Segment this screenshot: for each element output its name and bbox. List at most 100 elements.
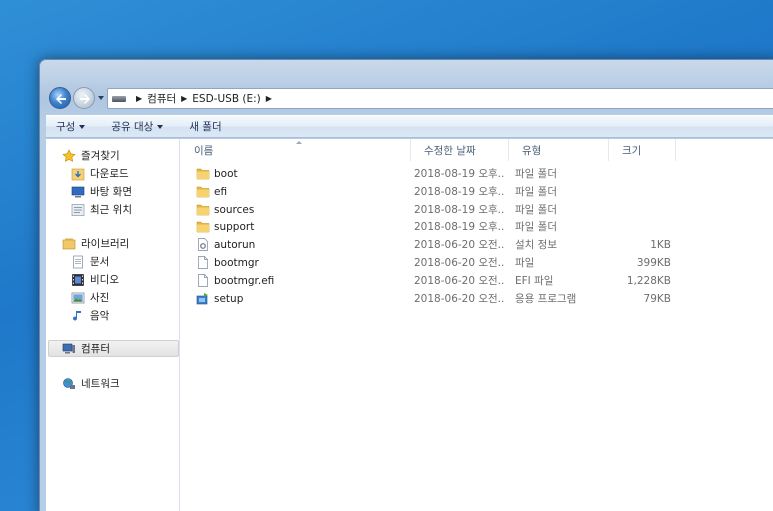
sidebar-item-label: 컴퓨터	[81, 343, 110, 355]
computer-icon	[62, 343, 75, 353]
column-header-label: 수정한 날짜	[424, 144, 476, 157]
file-type: 파일	[515, 257, 535, 269]
folder-icon	[196, 204, 210, 216]
file-date: 2018-08-19 오후...	[414, 168, 504, 180]
chevron-right-icon[interactable]: ▶	[181, 94, 187, 103]
organize-label: 구성	[56, 121, 76, 133]
settings-file-icon	[198, 238, 208, 251]
new-folder-label: 새 폴더	[189, 121, 222, 133]
folder-icon	[196, 186, 210, 198]
file-row[interactable]: support 2018-08-19 오후... 파일 폴더	[181, 218, 773, 235]
desktop-icon	[71, 186, 85, 197]
file-date: 2018-08-19 오후...	[414, 221, 504, 233]
file-date: 2018-08-19 오후...	[414, 186, 504, 198]
sidebar-item-desktop[interactable]: 바탕 화면	[46, 183, 180, 200]
file-row[interactable]: autorun 2018-06-20 오전... 설치 정보 1KB	[181, 236, 773, 253]
network-icon	[63, 377, 75, 389]
sidebar-item-favorites[interactable]: 즐겨찾기	[46, 147, 180, 164]
sidebar-item-computer[interactable]: 컴퓨터	[48, 340, 179, 357]
sidebar-item-label: 바탕 화면	[90, 186, 132, 198]
sidebar-item-videos[interactable]: 비디오	[46, 271, 180, 288]
file-type: 파일 폴더	[515, 221, 557, 233]
forward-button[interactable]	[73, 87, 95, 109]
sidebar-item-label: 다운로드	[90, 168, 129, 180]
file-name: efi	[214, 185, 228, 198]
file-date: 2018-06-20 오전...	[414, 275, 504, 287]
file-size	[613, 183, 671, 200]
recent-pages-dropdown-icon[interactable]	[97, 94, 105, 102]
sidebar-item-label: 최근 위치	[90, 204, 132, 216]
file-row[interactable]: sources 2018-08-19 오후... 파일 폴더	[181, 201, 773, 218]
sidebar-item-downloads[interactable]: 다운로드	[46, 165, 180, 182]
column-header-label: 이름	[194, 144, 214, 157]
back-arrow-icon	[56, 94, 66, 104]
file-icon	[198, 256, 208, 269]
file-type: 파일 폴더	[515, 204, 557, 216]
file-type: 응용 프로그램	[515, 293, 577, 305]
column-header-name[interactable]: 이름	[181, 139, 411, 161]
file-date: 2018-06-20 오전...	[414, 293, 504, 305]
file-icon	[198, 274, 208, 287]
sidebar-item-label: 문서	[90, 256, 110, 268]
file-size	[613, 165, 671, 182]
sidebar-item-label: 음악	[90, 310, 110, 322]
file-size	[613, 218, 671, 235]
column-header-label: 크기	[622, 144, 642, 157]
file-row[interactable]: efi 2018-08-19 오후... 파일 폴더	[181, 183, 773, 200]
folder-icon	[196, 168, 210, 180]
file-type: 설치 정보	[515, 239, 557, 251]
sidebar-item-label: 네트워크	[81, 378, 120, 390]
column-header-type[interactable]: 유형	[509, 139, 609, 161]
documents-icon	[73, 255, 83, 268]
chevron-right-icon[interactable]: ▶	[266, 94, 272, 103]
explorer-window: ▶ 컴퓨터 ▶ ESD-USB (E:) ▶ 구성 공유 대상 새 폴더 즐겨찾…	[39, 59, 773, 511]
breadcrumb-drive[interactable]: ESD-USB (E:)	[192, 93, 260, 105]
file-name: autorun	[214, 238, 256, 251]
forward-arrow-icon	[80, 94, 90, 104]
download-folder-icon	[71, 168, 85, 180]
file-date: 2018-08-19 오후...	[414, 204, 504, 216]
sidebar-item-libraries[interactable]: 라이브러리	[46, 235, 180, 252]
file-row[interactable]: bootmgr 2018-06-20 오전... 파일 399KB	[181, 254, 773, 271]
sidebar-item-label: 즐겨찾기	[81, 150, 120, 162]
file-type: 파일 폴더	[515, 186, 557, 198]
sidebar-item-label: 라이브러리	[81, 238, 130, 250]
breadcrumb-computer[interactable]: 컴퓨터	[147, 91, 176, 106]
video-icon	[72, 273, 84, 286]
sidebar-item-network[interactable]: 네트워크	[46, 375, 180, 392]
organize-button[interactable]: 구성	[56, 119, 86, 134]
file-size: 79KB	[643, 292, 671, 305]
column-header-size[interactable]: 크기	[609, 139, 676, 161]
file-row[interactable]: bootmgr.efi 2018-06-20 오전... EFI 파일 1,22…	[181, 272, 773, 289]
file-name: support	[214, 220, 255, 233]
sidebar-item-music[interactable]: 음악	[46, 307, 180, 324]
navigation-bar: ▶ 컴퓨터 ▶ ESD-USB (E:) ▶	[46, 86, 773, 112]
file-list: 이름 수정한 날짜 유형 크기 boot 2018-08-19 오후... 파일…	[181, 139, 773, 511]
sort-ascending-icon	[296, 141, 302, 144]
column-header-date[interactable]: 수정한 날짜	[411, 139, 509, 161]
sidebar-item-pictures[interactable]: 사진	[46, 289, 180, 306]
sidebar-item-label: 사진	[90, 292, 110, 304]
file-name: setup	[214, 292, 244, 305]
file-row[interactable]: setup 2018-06-20 오전... 응용 프로그램 79KB	[181, 290, 773, 307]
file-size: 399KB	[636, 256, 671, 269]
sidebar-item-recent-places[interactable]: 최근 위치	[46, 201, 180, 218]
navigation-pane: 즐겨찾기 다운로드 바탕 화면 최근 위치 라이브러리 문서 비디오 사진 음악…	[46, 139, 180, 511]
chevron-right-icon[interactable]: ▶	[136, 94, 142, 103]
caret-down-icon	[79, 124, 86, 129]
star-icon	[62, 148, 76, 162]
file-name: sources	[214, 203, 255, 216]
drive-icon	[112, 95, 126, 102]
share-with-label: 공유 대상	[111, 121, 154, 133]
sidebar-item-documents[interactable]: 문서	[46, 253, 180, 270]
file-row[interactable]: boot 2018-08-19 오후... 파일 폴더	[181, 165, 773, 182]
file-type: EFI 파일	[515, 275, 554, 287]
file-size: 1,228KB	[626, 274, 671, 287]
new-folder-button[interactable]: 새 폴더	[189, 119, 221, 134]
address-bar[interactable]: ▶ 컴퓨터 ▶ ESD-USB (E:) ▶	[107, 88, 773, 109]
music-note-icon	[73, 310, 81, 321]
share-with-button[interactable]: 공유 대상	[111, 119, 164, 134]
command-bar: 구성 공유 대상 새 폴더	[46, 115, 773, 138]
back-button[interactable]	[49, 87, 71, 109]
file-type: 파일 폴더	[515, 168, 557, 180]
